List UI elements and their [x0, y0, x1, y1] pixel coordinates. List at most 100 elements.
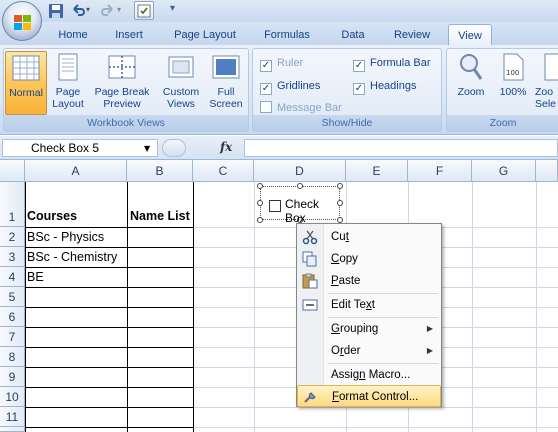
message-bar-check-icon: [260, 101, 272, 113]
column-header-a[interactable]: A: [25, 160, 127, 182]
page-layout-label-2: Layout: [52, 98, 84, 110]
menu-item-grouping[interactable]: Grouping ▶: [297, 318, 441, 340]
tab-page-layout[interactable]: Page Layout: [166, 24, 244, 46]
formula-bar-label: Formula Bar: [370, 57, 431, 69]
insert-function-icon[interactable]: fx: [220, 140, 232, 154]
custom-views-button[interactable]: Custom Views: [159, 51, 203, 115]
zoom-100-button[interactable]: 100 100%: [493, 51, 533, 115]
resize-handle[interactable]: [257, 200, 263, 206]
tab-insert[interactable]: Insert: [106, 24, 152, 46]
tab-review[interactable]: Review: [386, 24, 438, 46]
undo-dropdown-icon[interactable]: ▾: [86, 5, 90, 14]
office-button[interactable]: [2, 1, 42, 41]
row-header-10[interactable]: 10: [0, 387, 25, 407]
row-header-9[interactable]: 9: [0, 367, 25, 387]
resize-handle[interactable]: [337, 183, 343, 189]
row-header-11[interactable]: 11: [0, 407, 25, 427]
headings-checkbox[interactable]: ✓ Headings: [353, 78, 417, 95]
edit-text-icon: [302, 299, 318, 311]
cell-a1[interactable]: Courses: [25, 209, 77, 223]
gridlines-checkbox[interactable]: ✓ Gridlines: [260, 78, 321, 95]
name-box-dropdown-icon[interactable]: ▼: [144, 144, 150, 153]
name-box[interactable]: Check Box 5: [2, 139, 158, 157]
tab-data[interactable]: Data: [330, 24, 376, 46]
page-100-text: 100: [506, 69, 519, 77]
customize-icon[interactable]: [134, 1, 154, 20]
row-header-4[interactable]: 4: [0, 267, 25, 287]
formula-input[interactable]: [244, 139, 558, 157]
zoom-to-selection-button[interactable]: Zoo Sele: [535, 51, 558, 115]
form-control-icon: [137, 4, 151, 18]
row-header-6[interactable]: 6: [0, 307, 25, 327]
page-break-preview-button[interactable]: Page Break Preview: [90, 51, 154, 115]
resize-handle[interactable]: [257, 183, 263, 189]
gridlines-check-icon: ✓: [260, 83, 272, 95]
column-header-d[interactable]: D: [254, 160, 346, 182]
message-bar-checkbox[interactable]: Message Bar: [260, 100, 342, 116]
redo-icon[interactable]: [100, 3, 116, 19]
custom-views-label-2: Views: [167, 98, 195, 110]
table-border: [25, 287, 194, 288]
formula-bar-separator[interactable]: [162, 139, 186, 157]
column-header-e[interactable]: E: [346, 160, 408, 182]
menu-item-cut[interactable]: Cut: [297, 226, 441, 248]
row-header-2[interactable]: 2: [0, 227, 25, 247]
checkbox-square[interactable]: [269, 200, 281, 212]
menu-item-format-control-label: Format Control...: [332, 391, 419, 403]
tab-home[interactable]: Home: [52, 24, 94, 46]
redo-dropdown-icon[interactable]: ▾: [117, 5, 121, 14]
row-header-8[interactable]: 8: [0, 347, 25, 367]
gridlines-label: Gridlines: [277, 80, 321, 92]
page-layout-icon: [58, 53, 78, 81]
check-box-control[interactable]: Check Box: [257, 183, 343, 225]
row-header-7[interactable]: 7: [0, 327, 25, 347]
menu-item-order[interactable]: Order ▶: [297, 340, 441, 362]
custom-views-icon: [168, 56, 194, 78]
cell-a3[interactable]: BSc - Chemistry: [25, 250, 117, 264]
table-border: [25, 227, 194, 228]
row-header-12[interactable]: [0, 427, 25, 432]
cell-a2[interactable]: BSc - Physics: [25, 230, 104, 244]
more-icon[interactable]: ▾: [170, 3, 175, 14]
normal-view-button[interactable]: Normal: [5, 51, 47, 115]
column-header-b[interactable]: B: [127, 160, 193, 182]
column-header-g[interactable]: G: [472, 160, 536, 182]
resize-handle[interactable]: [257, 217, 263, 223]
menu-item-format-control[interactable]: Format Control...: [297, 385, 441, 407]
cell-b1[interactable]: Name List: [128, 209, 190, 223]
tab-formulas[interactable]: Formulas: [256, 24, 318, 46]
tab-view[interactable]: View: [448, 24, 492, 46]
context-menu: Cut Copy Paste Edit Text Grouping ▶ Orde…: [296, 223, 442, 407]
zoom-label: Zoom: [457, 86, 485, 98]
headings-label: Headings: [370, 80, 417, 92]
table-border: [25, 427, 194, 428]
menu-item-copy[interactable]: Copy: [297, 248, 441, 270]
cell-a4[interactable]: BE: [25, 270, 44, 284]
resize-handle[interactable]: [297, 183, 303, 189]
row-header-1[interactable]: 1: [0, 182, 25, 227]
table-border: [25, 327, 194, 328]
undo-icon[interactable]: [70, 3, 86, 19]
ruler-checkbox[interactable]: ✓ Ruler: [260, 55, 304, 72]
column-header-h[interactable]: [536, 160, 558, 182]
full-screen-icon: [212, 55, 240, 79]
page-break-label-1: Page Break: [94, 86, 150, 98]
row-header-5[interactable]: 5: [0, 287, 25, 307]
page-layout-view-button[interactable]: Page Layout: [48, 51, 88, 115]
ruler-label: Ruler: [277, 57, 304, 69]
menu-item-edit-text[interactable]: Edit Text: [297, 294, 441, 316]
zoom-button[interactable]: Zoom: [451, 51, 491, 115]
menu-item-assign-macro[interactable]: Assign Macro...: [297, 364, 441, 386]
select-all-corner[interactable]: [0, 160, 25, 182]
menu-item-paste[interactable]: Paste: [297, 270, 441, 292]
table-border: [25, 407, 194, 408]
row-header-3[interactable]: 3: [0, 247, 25, 267]
save-icon[interactable]: [48, 3, 64, 19]
ruler-check-icon: ✓: [260, 60, 272, 72]
full-screen-button[interactable]: Full Screen: [205, 51, 247, 115]
column-header-f[interactable]: F: [408, 160, 472, 182]
headings-check-icon: ✓: [353, 83, 365, 95]
submenu-arrow-icon: ▶: [426, 324, 433, 333]
formula-bar-checkbox[interactable]: ✓ Formula Bar: [353, 55, 431, 72]
column-header-c[interactable]: C: [193, 160, 254, 182]
